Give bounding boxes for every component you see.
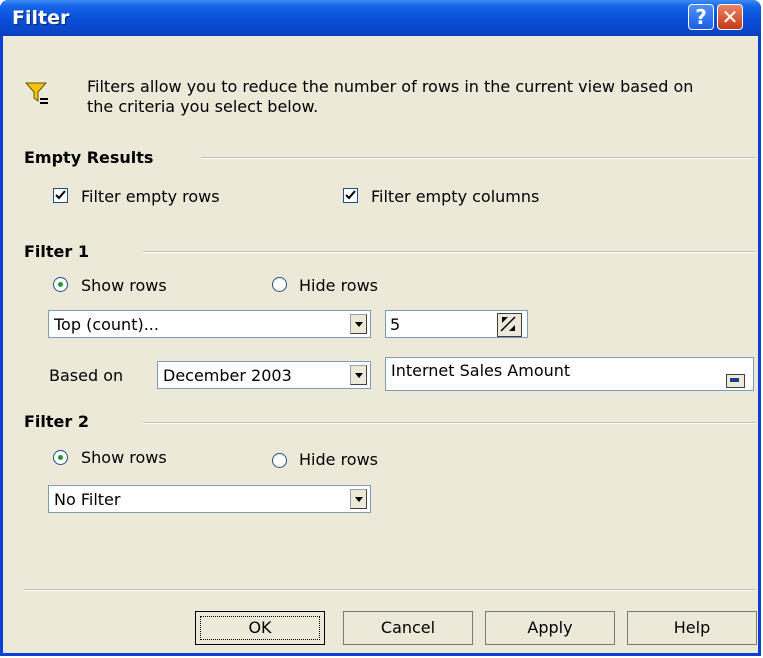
help-button[interactable]: Help bbox=[627, 611, 757, 645]
filter-empty-rows-checkbox[interactable] bbox=[53, 188, 68, 203]
chevron-down-icon bbox=[355, 497, 363, 502]
based-on-label: Based on bbox=[49, 366, 124, 385]
filter1-count-value: 5 bbox=[390, 315, 401, 334]
filter2-show-rows-label: Show rows bbox=[81, 448, 167, 467]
checkmark-icon bbox=[55, 190, 66, 200]
filter1-type-value: Top (count)... bbox=[54, 315, 159, 334]
help-icon[interactable]: ? bbox=[688, 4, 714, 30]
apply-button-label: Apply bbox=[527, 618, 573, 637]
filter2-show-rows-radio[interactable] bbox=[53, 450, 68, 465]
filter1-hide-rows-label: Hide rows bbox=[299, 276, 378, 295]
cancel-button[interactable]: Cancel bbox=[343, 611, 473, 645]
filter-empty-columns-checkbox[interactable] bbox=[343, 188, 358, 203]
filter1-type-dropdown[interactable]: Top (count)... bbox=[48, 310, 371, 338]
radio-selected-dot bbox=[58, 282, 63, 287]
focus-ring bbox=[200, 616, 320, 640]
intro-text-line1: Filters allow you to reduce the number o… bbox=[87, 77, 694, 96]
filter2-type-dropdown[interactable]: No Filter bbox=[48, 485, 371, 513]
spinner-button[interactable] bbox=[497, 313, 522, 337]
apply-button[interactable]: Apply bbox=[485, 611, 615, 645]
filter1-hide-rows-radio[interactable] bbox=[272, 277, 287, 292]
filter2-type-value: No Filter bbox=[54, 490, 121, 509]
filter1-show-rows-label: Show rows bbox=[81, 276, 167, 295]
ok-button[interactable]: OK bbox=[195, 611, 325, 645]
filter-funnel-icon bbox=[25, 82, 48, 104]
dropdown-arrow-button[interactable] bbox=[350, 314, 367, 334]
dialog-body: Filters allow you to reduce the number o… bbox=[3, 36, 758, 653]
filter-empty-columns-label: Filter empty columns bbox=[371, 187, 540, 206]
radio-selected-dot bbox=[58, 455, 63, 460]
based-on-value: December 2003 bbox=[163, 366, 292, 385]
filter1-show-rows-radio[interactable] bbox=[53, 277, 68, 292]
chevron-down-icon bbox=[355, 373, 363, 378]
filter2-heading: Filter 2 bbox=[24, 412, 89, 431]
filter1-count-spinner[interactable]: 5 bbox=[385, 310, 528, 338]
help-button-label: Help bbox=[673, 618, 711, 637]
filter2-hide-rows-label: Hide rows bbox=[299, 450, 378, 469]
intro-text-line2: the criteria you select below. bbox=[87, 97, 319, 116]
filter-empty-rows-label: Filter empty rows bbox=[81, 187, 220, 206]
dropdown-arrow-button[interactable] bbox=[350, 489, 367, 509]
empty-results-heading: Empty Results bbox=[24, 148, 154, 167]
dropdown-arrow-button[interactable] bbox=[350, 365, 367, 385]
picker-icon bbox=[730, 378, 739, 382]
checkmark-icon bbox=[345, 190, 356, 200]
filter1-divider bbox=[143, 251, 756, 253]
spinner-updown-icon bbox=[500, 316, 516, 332]
empty-results-divider bbox=[201, 157, 756, 159]
filter1-heading: Filter 1 bbox=[24, 242, 89, 261]
close-icon[interactable]: ✕ bbox=[717, 4, 743, 30]
chevron-down-icon bbox=[355, 322, 363, 327]
title-bar[interactable]: Filter ? ✕ bbox=[0, 0, 761, 36]
measure-field[interactable]: Internet Sales Amount bbox=[385, 357, 754, 391]
window-title: Filter bbox=[12, 7, 70, 29]
buttons-divider bbox=[24, 589, 756, 591]
cancel-button-label: Cancel bbox=[380, 618, 436, 637]
based-on-dropdown[interactable]: December 2003 bbox=[157, 361, 371, 389]
measure-picker-button[interactable] bbox=[726, 374, 745, 388]
filter2-divider bbox=[143, 422, 756, 424]
filter-dialog: Filter ? ✕ Filters allow you to reduce t… bbox=[0, 0, 761, 656]
measure-value: Internet Sales Amount bbox=[391, 361, 571, 380]
filter2-hide-rows-radio[interactable] bbox=[272, 453, 287, 468]
